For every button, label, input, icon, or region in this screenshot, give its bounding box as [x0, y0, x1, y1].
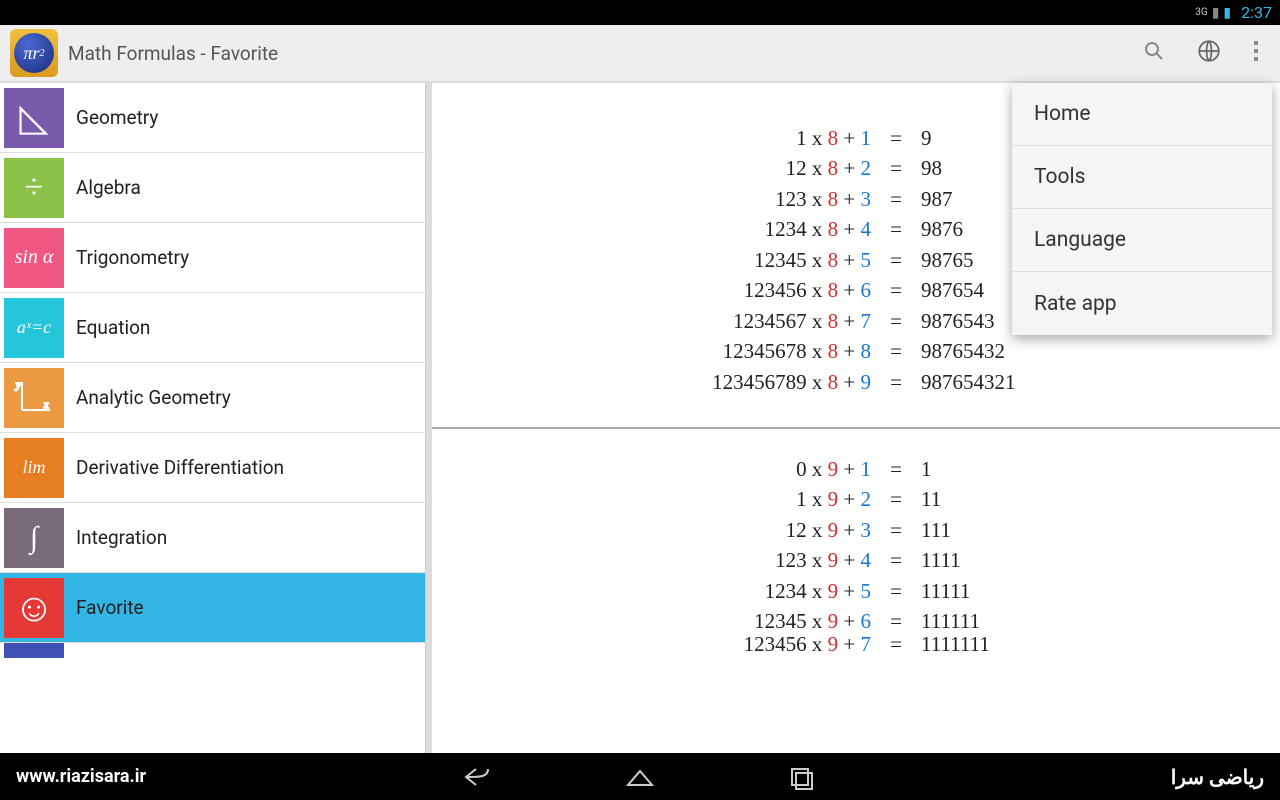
overflow-menu-icon[interactable]	[1252, 39, 1260, 67]
partial-icon	[4, 643, 64, 658]
status-bar: 3G ▮ ▮ 2:37	[0, 0, 1280, 25]
sidebar-item-label: Trigonometry	[76, 246, 189, 269]
sidebar-item-label: Derivative Differentiation	[76, 456, 284, 479]
sidebar-item-label: Equation	[76, 316, 150, 339]
eq-icon: aˣ=c	[4, 298, 64, 358]
sidebar-item-label: Favorite	[76, 596, 144, 619]
sidebar-item-algebra[interactable]: ÷ Algebra	[0, 153, 425, 223]
formula-row: 1 x 9 + 2=11	[432, 484, 1280, 514]
menu-item-home[interactable]: Home	[1012, 83, 1272, 146]
formula-row: 1234 x 9 + 5=11111	[432, 576, 1280, 606]
sidebar-item-integration[interactable]: ∫ Integration	[0, 503, 425, 573]
menu-item-language[interactable]: Language	[1012, 209, 1272, 272]
action-bar: πr2 Math Formulas - Favorite	[0, 25, 1280, 83]
menu-item-tools[interactable]: Tools	[1012, 146, 1272, 209]
signal-icon: ▮	[1212, 5, 1220, 21]
svg-text:y: y	[15, 380, 21, 391]
globe-icon[interactable]	[1196, 38, 1222, 68]
clock: 2:37	[1241, 3, 1272, 22]
der-icon: lim	[4, 438, 64, 498]
formula-row: 12 x 9 + 3=111	[432, 515, 1280, 545]
alg-icon: ÷	[4, 158, 64, 218]
svg-text:x: x	[43, 400, 49, 411]
formula-row: 123456 x 9 + 7=1111111	[432, 637, 1280, 653]
search-icon[interactable]	[1142, 39, 1166, 67]
sidebar-item-label: Algebra	[76, 176, 141, 199]
sidebar-item-label: Integration	[76, 526, 167, 549]
formula-row: 0 x 9 + 1=1	[432, 454, 1280, 484]
network-3g-icon: 3G	[1195, 7, 1207, 18]
content-area: ◺ Geometry ÷ Algebra sin α Trigonometry aˣ=c Eq…	[0, 83, 1280, 753]
ana-icon: xy	[4, 368, 64, 428]
battery-icon: ▮	[1223, 5, 1231, 21]
nav-bar: www.riazisara.ir ریاضی سرا	[0, 753, 1280, 800]
home-icon[interactable]	[624, 763, 656, 791]
sidebar-item-label: Analytic Geometry	[76, 386, 231, 409]
sidebar-item-label: Geometry	[76, 106, 158, 129]
sidebar[interactable]: ◺ Geometry ÷ Algebra sin α Trigonometry aˣ=c Eq…	[0, 83, 426, 753]
recent-apps-icon[interactable]	[786, 763, 818, 791]
fav-icon: ☺	[4, 578, 64, 638]
overflow-menu: HomeToolsLanguageRate app	[1012, 83, 1272, 335]
back-icon[interactable]	[462, 763, 494, 791]
geom-icon: ◺	[4, 88, 64, 148]
menu-item-rate-app[interactable]: Rate app	[1012, 272, 1272, 335]
formula-row: 123456789 x 8 + 9=987654321	[432, 367, 1280, 397]
app-icon[interactable]: πr2	[10, 29, 58, 77]
footer-brand: ریاضی سرا	[1171, 765, 1264, 789]
sidebar-item-partial[interactable]	[0, 643, 425, 658]
page-title: Math Formulas - Favorite	[68, 42, 1142, 65]
sidebar-item-favorite[interactable]: ☺ Favorite	[0, 573, 425, 643]
sidebar-item-geometry[interactable]: ◺ Geometry	[0, 83, 425, 153]
sidebar-item-derivative-differentiation[interactable]: lim Derivative Differentiation	[0, 433, 425, 503]
sidebar-item-trigonometry[interactable]: sin α Trigonometry	[0, 223, 425, 293]
sidebar-item-equation[interactable]: aˣ=c Equation	[0, 293, 425, 363]
formula-row: 123 x 9 + 4=1111	[432, 545, 1280, 575]
formula-row: 12345678 x 8 + 8=98765432	[432, 336, 1280, 366]
footer-url: www.riazisara.ir	[16, 766, 146, 787]
formula-block-2: 0 x 9 + 1=11 x 9 + 2=1112 x 9 + 3=111123…	[432, 429, 1280, 683]
trig-icon: sin α	[4, 228, 64, 288]
formula-row: 12345 x 9 + 6=111111	[432, 606, 1280, 636]
int-icon: ∫	[4, 508, 64, 568]
sidebar-item-analytic-geometry[interactable]: xyAnalytic Geometry	[0, 363, 425, 433]
